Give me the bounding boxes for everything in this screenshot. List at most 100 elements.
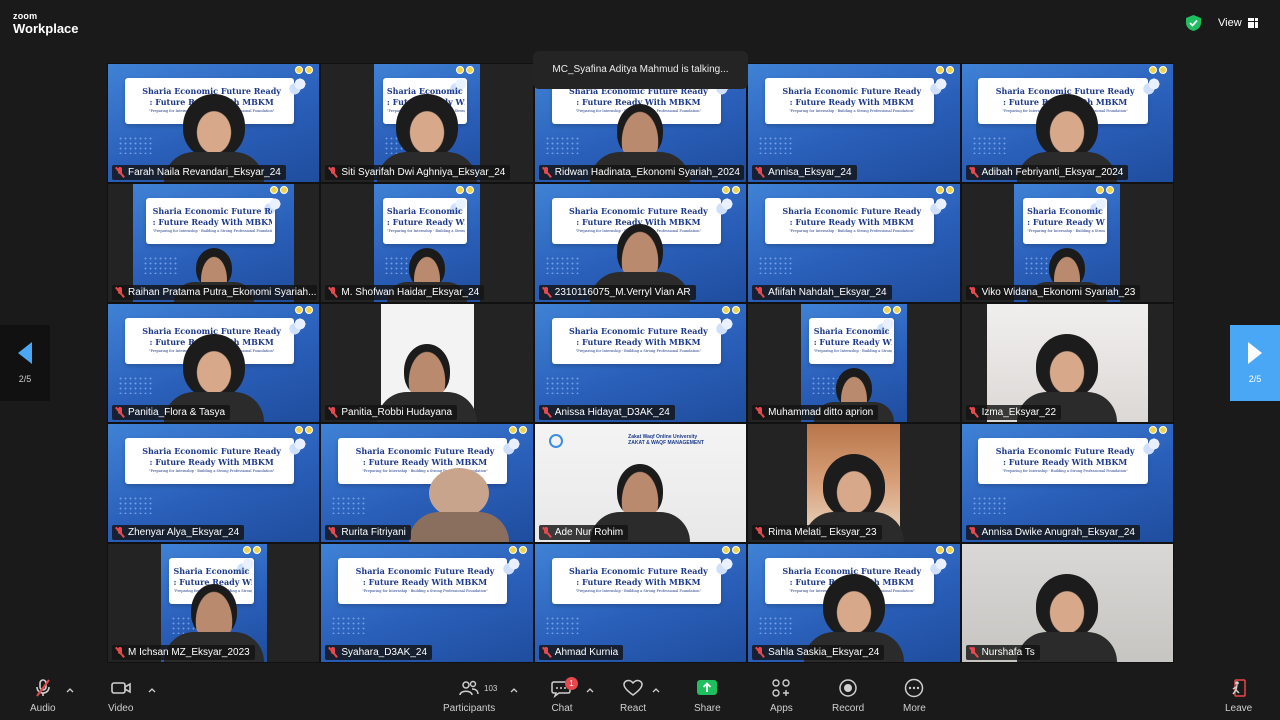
- event-logos: [295, 426, 314, 436]
- video-button[interactable]: Video: [108, 678, 133, 714]
- audio-button[interactable]: Audio: [30, 678, 56, 714]
- slide-tagline: "Preparing for Internship - Building a S…: [789, 229, 915, 233]
- zakat-banner-text: Zakat Waqf Online University ZAKAT & WAQ…: [628, 434, 704, 446]
- view-button[interactable]: View: [1210, 12, 1266, 34]
- mic-muted-icon: [115, 287, 124, 298]
- participant-name: Raihan Pratama Putra_Ekonomi Syariah...: [128, 287, 317, 298]
- top-bar: zoom Workplace View: [0, 0, 1280, 44]
- audio-options-chevron-up-icon[interactable]: [66, 686, 74, 694]
- shield-check-icon[interactable]: [1186, 15, 1201, 31]
- mic-muted-icon: [115, 527, 124, 538]
- participants-label: Participants: [443, 703, 496, 714]
- video-options-chevron-up-icon[interactable]: [148, 686, 156, 694]
- participant-name: Rurita Fitriyani: [341, 527, 406, 538]
- participant-name-label: Viko Widana_Ekonomi Syariah_23: [965, 285, 1141, 300]
- participant-tile[interactable]: Sharia Economic Future Ready : Future Re…: [107, 303, 321, 423]
- participant-name-label: Nurshafa Ts: [965, 645, 1040, 660]
- participant-tile[interactable]: Sharia Economic Future Ready : Future Re…: [747, 183, 961, 303]
- mic-muted-icon: [755, 287, 764, 298]
- react-label: React: [620, 703, 647, 714]
- participant-tile[interactable]: Nurshafa Ts: [960, 543, 1174, 663]
- share-button[interactable]: Share: [694, 678, 721, 714]
- participant-tile[interactable]: Rima Melati_ Eksyar_23: [747, 423, 961, 543]
- participant-name: Adibah Febriyanti_Eksyar_2024: [981, 167, 1124, 178]
- participant-tile[interactable]: Sharia Economic Future Ready : Future Re…: [320, 63, 534, 183]
- slide-title-line2: : Future Ready With MBKM: [149, 457, 274, 467]
- participant-tile[interactable]: Sharia Economic Future Ready : Future Re…: [533, 543, 748, 663]
- participant-name: M. Shofwan Haidar_Eksyar_24: [341, 287, 480, 298]
- event-logos: [455, 186, 474, 196]
- slide-title-line1: Sharia Economic Future Ready: [1027, 206, 1105, 216]
- event-logos: [722, 306, 741, 316]
- previous-page-button[interactable]: 2/5: [0, 325, 50, 401]
- mic-muted-icon: [755, 407, 764, 418]
- participant-name: M Ichsan MZ_Eksyar_2023: [128, 647, 250, 658]
- participant-tile[interactable]: Zakat Waqf Online University ZAKAT & WAQ…: [533, 423, 748, 543]
- participant-name: Siti Syarifah Dwi Aghniya_Eksyar_24: [341, 167, 506, 178]
- participant-name: Sahla Saskia_Eksyar_24: [768, 647, 880, 658]
- participants-options-chevron-up-icon[interactable]: [510, 686, 518, 694]
- university-logo: [548, 434, 563, 448]
- participant-tile[interactable]: Sharia Economic Future Ready : Future Re…: [320, 183, 534, 303]
- participant-name-label: Adibah Febriyanti_Eksyar_2024: [965, 165, 1129, 180]
- participant-tile[interactable]: Sharia Economic Future Ready : Future Re…: [533, 183, 748, 303]
- view-label: View: [1218, 17, 1242, 29]
- mic-muted-icon: [115, 407, 124, 418]
- participant-tile[interactable]: Sharia Economic Future Ready : Future Re…: [320, 423, 534, 543]
- participant-tile[interactable]: Sharia Economic Future Ready : Future Re…: [747, 303, 961, 423]
- participant-tile[interactable]: Sharia Economic Future Ready : Future Re…: [107, 183, 321, 303]
- mic-muted-icon: [115, 647, 124, 658]
- react-options-chevron-up-icon[interactable]: [652, 686, 660, 694]
- participant-tile[interactable]: Sharia Economic Future Ready : Future Re…: [747, 543, 961, 663]
- record-button[interactable]: Record: [832, 678, 864, 714]
- participant-tile[interactable]: Sharia Economic Future Ready : Future Re…: [747, 63, 961, 183]
- participant-tile[interactable]: Sharia Economic Future Ready : Future Re…: [960, 63, 1174, 183]
- participants-count: 103: [484, 684, 498, 693]
- slide-tagline: "Preparing for Internship - Building a S…: [362, 589, 488, 593]
- participant-tile[interactable]: Sharia Economic Future Ready : Future Re…: [107, 423, 321, 543]
- leave-button[interactable]: Leave: [1225, 678, 1252, 714]
- mic-muted-icon: [969, 527, 978, 538]
- slide-title-line2: : Future Ready With MBKM: [152, 217, 272, 227]
- mic-muted-icon: [542, 527, 551, 538]
- participant-name-label: Rima Melati_ Eksyar_23: [752, 525, 882, 540]
- participant-tile[interactable]: Sharia Economic Future Ready : Future Re…: [533, 303, 748, 423]
- page-indicator-left: 2/5: [18, 374, 32, 384]
- event-logos: [508, 426, 527, 436]
- mic-muted-icon: [755, 647, 764, 658]
- heart-icon: [623, 679, 643, 696]
- video-camera-icon: [110, 682, 131, 694]
- chat-options-chevron-up-icon[interactable]: [586, 686, 594, 694]
- slide-title-line1: Sharia Economic Future Ready: [173, 566, 252, 576]
- mic-muted-icon: [755, 167, 764, 178]
- slide-tagline: "Preparing for Internship - Building a S…: [789, 109, 915, 113]
- next-page-button[interactable]: 2/5: [1230, 325, 1280, 401]
- slide-title-line1: Sharia Economic Future Ready: [568, 326, 708, 336]
- event-logos: [935, 66, 954, 76]
- participant-tile[interactable]: Izma_Eksyar_22: [960, 303, 1174, 423]
- participant-tile[interactable]: Panitia_Robbi Hudayana: [320, 303, 534, 423]
- mic-muted-icon: [328, 407, 337, 418]
- mic-muted-icon: [542, 287, 551, 298]
- participant-tile[interactable]: Sharia Economic Future Ready : Future Re…: [320, 543, 534, 663]
- participant-tile[interactable]: Sharia Economic Future Ready : Future Re…: [107, 63, 321, 183]
- participant-tile[interactable]: Sharia Economic Future Ready : Future Re…: [960, 423, 1174, 543]
- participants-icon: [459, 680, 479, 696]
- participant-name: Farah Naila Revandari_Eksyar_24: [128, 167, 281, 178]
- participant-name-label: Ade Nur Rohim: [538, 525, 629, 540]
- participant-name-label: Anissa Hidayat_D3AK_24: [538, 405, 675, 420]
- event-logos: [722, 186, 741, 196]
- apps-button[interactable]: Apps: [770, 678, 793, 714]
- slide-tagline: "Preparing for Internship - Building a S…: [813, 349, 892, 353]
- slide-title-line1: Sharia Economic Future Ready: [782, 206, 922, 216]
- slide-title-line2: : Future Ready With MBKM: [576, 337, 701, 347]
- participant-name-label: Zhenyar Alya_Eksyar_24: [112, 525, 245, 540]
- participant-name: Syahara_D3AK_24: [341, 647, 428, 658]
- participant-tile[interactable]: Sharia Economic Future Ready : Future Re…: [960, 183, 1174, 303]
- participant-tile[interactable]: Sharia Economic Future Ready : Future Re…: [107, 543, 321, 663]
- more-label: More: [903, 703, 926, 714]
- mic-muted-icon: [328, 527, 337, 538]
- react-button[interactable]: React: [620, 678, 646, 714]
- event-logos: [295, 66, 314, 76]
- more-button[interactable]: More: [903, 678, 926, 714]
